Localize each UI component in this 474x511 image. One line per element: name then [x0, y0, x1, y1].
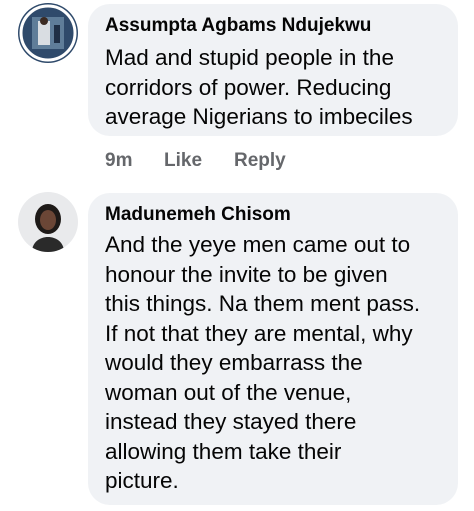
comment-text-line: would they embarrass the	[105, 350, 363, 375]
comment-text-line: average Nigerians to imbeciles	[105, 104, 413, 129]
like-button[interactable]: Like	[164, 150, 202, 172]
comment-text-line: Mad and stupid people in the	[105, 45, 394, 70]
comment-bubble: Madunemeh Chisom And the yeye men came o…	[88, 193, 458, 505]
comment-text-line: this things. Na them ment pass.	[105, 291, 421, 316]
comment-text: And the yeye men came out to honour the …	[105, 230, 458, 496]
comment-text-line: honour the invite to be given	[105, 261, 388, 287]
comment-text-line: And the yeye men came out to	[105, 232, 411, 257]
profile-photo-icon	[18, 3, 78, 63]
avatar[interactable]	[18, 3, 78, 63]
comment-text-line: woman out of the venue,	[105, 379, 352, 405]
comment-text: Mad and stupid people in the corridors o…	[105, 43, 458, 132]
comment-text-line: picture.	[105, 468, 179, 493]
comment-bubble: Assumpta Agbams Ndujekwu Mad and stupid …	[88, 4, 458, 136]
comment-actions: 9m Like Reply	[105, 150, 405, 172]
comment-text-line: instead they stayed there	[105, 409, 357, 434]
comment-timestamp: 9m	[105, 150, 133, 171]
comment-author[interactable]: Madunemeh Chisom	[105, 204, 458, 226]
comment-text-line: corridors of power. Reducing	[105, 74, 392, 100]
reply-button[interactable]: Reply	[234, 150, 286, 172]
avatar[interactable]	[18, 192, 78, 252]
comment-author[interactable]: Assumpta Agbams Ndujekwu	[105, 15, 458, 37]
comment-text-line: If not that they are mental, why	[105, 320, 413, 346]
comment-text-line: allowing them take their	[105, 438, 342, 464]
profile-photo-icon	[18, 192, 78, 252]
